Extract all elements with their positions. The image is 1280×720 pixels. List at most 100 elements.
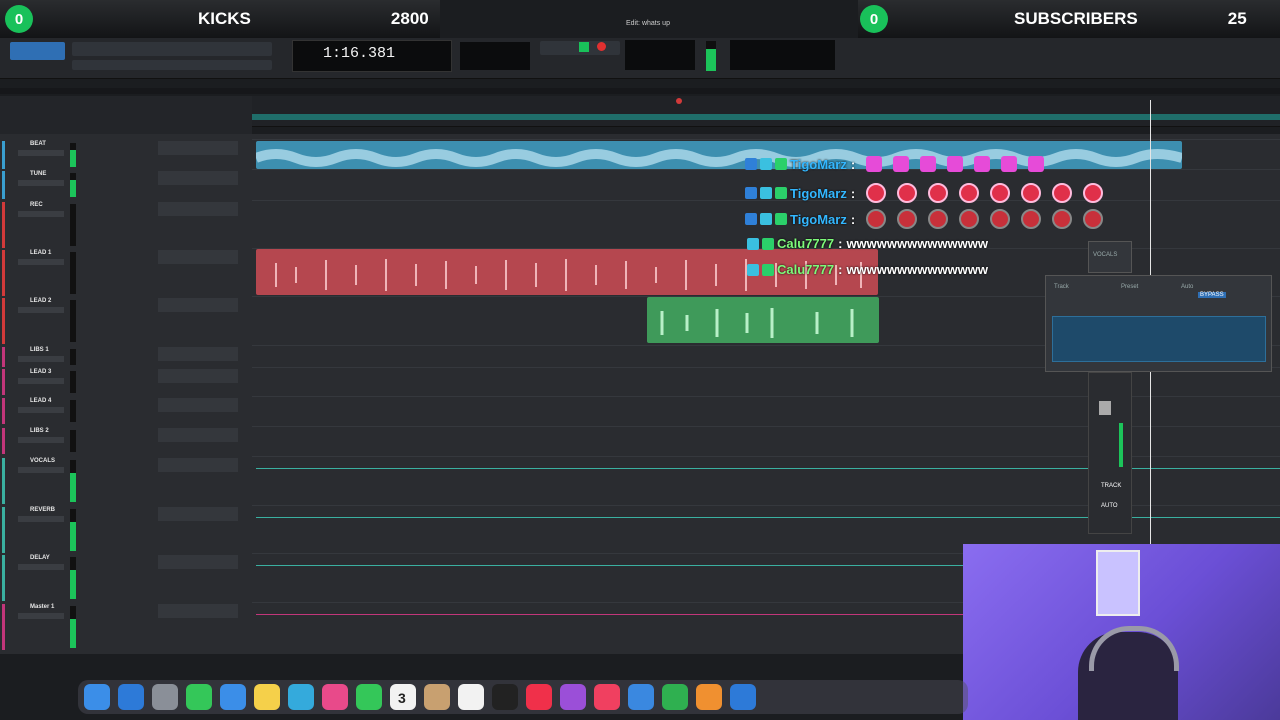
track-inserts[interactable]: [158, 298, 238, 312]
edit-mode-buttons[interactable]: [10, 42, 65, 60]
track-header[interactable]: LEAD 2: [0, 298, 252, 344]
bypass-button[interactable]: BYPASS: [1198, 292, 1226, 298]
track-inserts[interactable]: [158, 604, 238, 618]
timeline-ruler[interactable]: [252, 96, 1280, 127]
keynote-icon[interactable]: [526, 684, 552, 710]
track-header[interactable]: LIBS 1: [0, 347, 252, 367]
track-name[interactable]: LEAD 2: [30, 298, 51, 304]
track-inserts[interactable]: [158, 428, 238, 442]
calendar-icon[interactable]: [356, 684, 382, 710]
track-header[interactable]: LEAD 1: [0, 250, 252, 296]
channel-strip-fader[interactable]: TRACK AUTO: [1088, 372, 1132, 534]
track-inserts[interactable]: [158, 141, 238, 155]
podcasts-icon[interactable]: [458, 684, 484, 710]
grid-buttons[interactable]: [72, 60, 272, 70]
calendar-day-number: 3: [398, 690, 406, 706]
facetime-icon[interactable]: [322, 684, 348, 710]
track-header[interactable]: DELAY: [0, 555, 252, 601]
track-header[interactable]: Master 1: [0, 604, 252, 650]
settings-icon[interactable]: [662, 684, 688, 710]
track-name[interactable]: LEAD 4: [30, 398, 51, 404]
pages-icon[interactable]: [594, 684, 620, 710]
appstore-icon[interactable]: [628, 684, 654, 710]
track-inserts[interactable]: [158, 555, 238, 569]
track-header[interactable]: LEAD 3: [0, 369, 252, 395]
lead2-audio-clip[interactable]: [647, 297, 879, 343]
plugin-graph[interactable]: [1052, 316, 1266, 362]
track-name[interactable]: VOCALS: [30, 458, 55, 464]
messages-icon[interactable]: [186, 684, 212, 710]
track-name[interactable]: REVERB: [30, 507, 55, 513]
track-header[interactable]: REVERB: [0, 507, 252, 553]
protools-icon[interactable]: [730, 684, 756, 710]
track-buttons[interactable]: [18, 356, 64, 362]
track-color-strip: [2, 250, 5, 296]
photos-icon[interactable]: [288, 684, 314, 710]
track-header[interactable]: LIBS 2: [0, 428, 252, 454]
track-inserts[interactable]: [158, 202, 238, 216]
fader-cap[interactable]: [1099, 401, 1111, 415]
plugin-window[interactable]: Track Preset Auto BYPASS: [1045, 275, 1272, 372]
news-icon[interactable]: [492, 684, 518, 710]
track-header[interactable]: LEAD 4: [0, 398, 252, 424]
track-buttons[interactable]: [18, 437, 64, 443]
count-off-display[interactable]: [625, 40, 695, 70]
track-buttons[interactable]: [18, 307, 64, 313]
finder-icon[interactable]: [84, 684, 110, 710]
track-inserts[interactable]: [158, 250, 238, 264]
track-header[interactable]: VOCALS: [0, 458, 252, 504]
track-name[interactable]: Master 1: [30, 604, 54, 610]
track-buttons[interactable]: [18, 407, 64, 413]
track-name[interactable]: BEAT: [30, 141, 46, 147]
face-emote-icon: [1052, 209, 1073, 229]
record-emote-icon: [990, 183, 1011, 203]
safari-icon[interactable]: [118, 684, 144, 710]
track-buttons[interactable]: [18, 516, 64, 522]
track-inserts[interactable]: [158, 458, 238, 472]
track-header[interactable]: REC: [0, 202, 252, 248]
track-inserts[interactable]: [158, 507, 238, 521]
music-icon[interactable]: [424, 684, 450, 710]
track-header[interactable]: TUNE: [0, 171, 252, 199]
ilok-icon[interactable]: [696, 684, 722, 710]
track-header[interactable]: BEAT: [0, 141, 252, 169]
face-emote-icon: [928, 209, 949, 229]
main-counter[interactable]: 1:16.381: [292, 40, 452, 72]
track-name[interactable]: LIBS 2: [30, 428, 49, 434]
track-inserts[interactable]: [158, 369, 238, 383]
plugin-tab[interactable]: VOCALS: [1088, 241, 1132, 273]
track-inserts[interactable]: [158, 398, 238, 412]
mail-icon[interactable]: [220, 684, 246, 710]
chat-username: Calu7777: [777, 236, 835, 251]
record-icon[interactable]: [597, 42, 606, 51]
track-name[interactable]: LIBS 1: [30, 347, 49, 353]
lightning-emote-icon: [974, 156, 991, 172]
track-buttons[interactable]: [18, 150, 64, 156]
notes-icon[interactable]: [254, 684, 280, 710]
track-buttons[interactable]: [18, 211, 64, 217]
tempo-display[interactable]: [460, 42, 530, 70]
chat-colon: :: [850, 211, 856, 227]
playhead-marker[interactable]: [676, 98, 682, 104]
face-emote-icon: [866, 209, 887, 229]
track-buttons[interactable]: [18, 378, 64, 384]
track-name[interactable]: LEAD 1: [30, 250, 51, 256]
track-name[interactable]: REC: [30, 202, 43, 208]
track-name[interactable]: LEAD 3: [30, 369, 51, 375]
play-icon[interactable]: [579, 42, 589, 52]
record-emote-icon: [959, 183, 980, 203]
track-buttons[interactable]: [18, 259, 64, 265]
track-inserts[interactable]: [158, 347, 238, 361]
tool-buttons[interactable]: [72, 42, 272, 56]
track-name[interactable]: TUNE: [30, 171, 46, 177]
chat-colon: :: [838, 262, 843, 277]
launchpad-icon[interactable]: [152, 684, 178, 710]
track-name[interactable]: DELAY: [30, 555, 50, 561]
track-inserts[interactable]: [158, 171, 238, 185]
track-buttons[interactable]: [18, 180, 64, 186]
track-buttons[interactable]: [18, 613, 64, 619]
track-buttons[interactable]: [18, 564, 64, 570]
numbers-icon[interactable]: [560, 684, 586, 710]
track-buttons[interactable]: [18, 467, 64, 473]
midi-controls[interactable]: [730, 40, 835, 70]
